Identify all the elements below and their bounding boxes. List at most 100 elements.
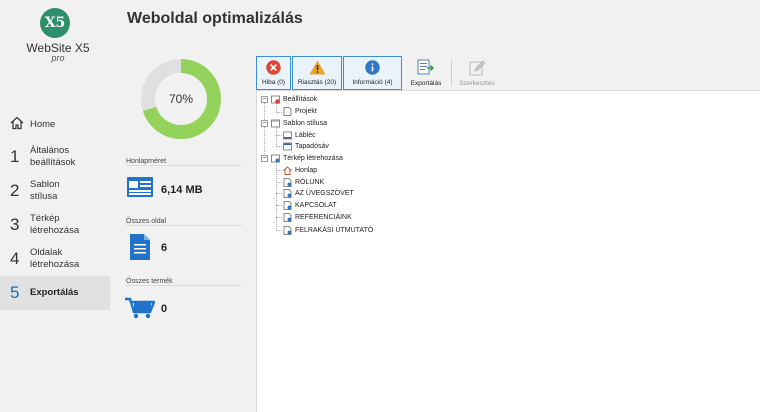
home-icon: [8, 115, 30, 135]
tree-node-label: RÓLUNK: [295, 179, 325, 186]
sidebar-item-map-creation[interactable]: 3 Térkép létrehozása: [0, 208, 112, 242]
export-button[interactable]: Exportálás: [408, 56, 444, 90]
toolbar-divider: [451, 60, 452, 86]
error-icon: [266, 60, 281, 77]
tree-connector: [276, 205, 282, 206]
step-nav: Home 1 Általános beállítások 2 Sablon stíl…: [0, 110, 112, 310]
warning-icon: [309, 60, 326, 77]
tree-node-project[interactable]: Projekt: [283, 106, 317, 117]
toolbar: Hiba (0) Riasztás (20) Információ (4) Ex…: [256, 56, 760, 90]
tree-connector: [276, 217, 282, 218]
tree-connector: [276, 182, 282, 183]
edit-button[interactable]: Szerkesztés: [455, 56, 499, 90]
step-number: 5: [10, 283, 20, 302]
tree-node-label: FELRAKÁSI ÚTMUTATÓ: [295, 227, 374, 234]
sidebar-item-template-style[interactable]: 2 Sablon stílusa: [0, 174, 112, 208]
export-report-icon: [417, 59, 435, 78]
divider: [126, 225, 242, 226]
sidebar-item-home[interactable]: Home: [0, 110, 112, 140]
sticky-bar-icon: [283, 142, 292, 151]
sitemap-icon: [271, 154, 280, 163]
step-number: 3: [10, 215, 20, 234]
tree-connector: [264, 102, 265, 160]
edit-label: Szerkesztés: [459, 80, 495, 87]
page-title: Weboldal optimalizálás: [127, 10, 303, 27]
step-number: 1: [10, 147, 20, 166]
export-label: Exportálás: [410, 80, 442, 87]
tree-node-template-style[interactable]: Sablon stílusa: [271, 118, 327, 129]
footer-icon: [283, 131, 292, 140]
tree-connector: [276, 193, 282, 194]
tree-connector: [276, 162, 277, 231]
page-info-icon: [283, 226, 292, 235]
template-icon: [271, 119, 280, 128]
edit-pencil-icon: [469, 59, 486, 78]
collapse-toggle[interactable]: −: [261, 155, 268, 162]
settings-warning-icon: [271, 95, 280, 104]
info-filter-label: Információ (4): [352, 79, 393, 86]
tree-connector: [276, 135, 282, 136]
tree-node-settings[interactable]: Beállítások: [271, 94, 317, 105]
sidebar-item-label: Oldalak létrehozása: [30, 247, 80, 270]
sidebar-item-label: Térkép létrehozása: [30, 213, 80, 236]
info-filter-button[interactable]: Információ (4): [343, 56, 402, 90]
sidebar-item-label: Sablon stílusa: [30, 179, 60, 202]
tree-node-label: Lábléc: [295, 132, 316, 139]
tree-node-label: AZ ÜVEGSZÖVET: [295, 190, 354, 197]
total-products-value: 0: [161, 303, 168, 315]
tree-node-page[interactable]: AZ ÜVEGSZÖVET: [283, 188, 354, 199]
shopping-cart-icon: [125, 297, 156, 324]
logo-badge: X5: [40, 8, 70, 38]
error-filter-button[interactable]: Hiba (0): [256, 56, 291, 90]
sidebar-item-general-settings[interactable]: 1 Általános beállítások: [0, 140, 112, 174]
sidebar-item-label: Exportálás: [30, 287, 79, 298]
collapse-toggle[interactable]: −: [261, 96, 268, 103]
sidebar-item-label: Általános beállítások: [30, 145, 76, 168]
divider: [126, 285, 242, 286]
tree-node-label: KAPCSOLAT: [295, 202, 337, 209]
page-info-icon: [283, 213, 292, 222]
website-size-icon: [127, 177, 153, 202]
page-info-icon: [283, 201, 292, 210]
tree-node-label: Projekt: [295, 108, 317, 115]
document-icon: [283, 107, 292, 116]
tree-node-footer[interactable]: Lábléc: [283, 130, 316, 141]
tree-connector: [276, 170, 282, 171]
tree-node-page[interactable]: KAPCSOLAT: [283, 200, 337, 211]
total-pages-value: 6: [161, 242, 168, 254]
site-size-value: 6,14 MB: [161, 184, 203, 196]
tree-connector: [276, 127, 277, 147]
tree-node-label: Beállítások: [283, 96, 318, 103]
warning-filter-button[interactable]: Riasztás (20): [292, 56, 342, 90]
sidebar-item-export[interactable]: 5 Exportálás: [0, 276, 110, 310]
tree-node-label: Sablon stílusa: [283, 120, 327, 127]
progress-value: 70%: [168, 92, 194, 106]
tree-node-label: Honlap: [295, 167, 318, 174]
step-number: 2: [10, 181, 20, 200]
sidebar: X5 WebSite X5 pro Home 1 Általános beállí…: [0, 0, 112, 412]
tree-node-page[interactable]: FELRAKÁSI ÚTMUTATÓ: [283, 225, 373, 236]
divider: [126, 165, 242, 166]
tree-connector: [276, 112, 282, 113]
tree-node-page[interactable]: REFERENCIÁINK: [283, 212, 352, 223]
tree-node-page[interactable]: RÓLUNK: [283, 177, 324, 188]
tree-connector: [276, 146, 282, 147]
collapse-toggle[interactable]: −: [261, 120, 268, 127]
tree-connector: [276, 230, 282, 231]
info-icon: [365, 60, 380, 77]
tree-node-label: REFERENCIÁINK: [295, 214, 352, 221]
page-info-icon: [283, 189, 292, 198]
step-number: 4: [10, 249, 20, 268]
app-logo: X5 WebSite X5 pro: [26, 8, 90, 63]
tree-node-sticky-bar[interactable]: Tapadósáv: [283, 141, 329, 152]
home-page-icon: [283, 166, 292, 175]
sidebar-item-page-creation[interactable]: 4 Oldalak létrehozása: [0, 242, 112, 276]
error-filter-label: Hiba (0): [261, 79, 286, 86]
tree-node-label: Tapadósáv: [295, 143, 329, 150]
page-info-icon: [283, 178, 292, 187]
tree-node-map[interactable]: Térkép létrehozása: [271, 153, 343, 164]
total-pages-label: Összes oldal: [126, 218, 167, 225]
total-products-label: Összes termék: [126, 278, 173, 285]
warning-filter-label: Riasztás (20): [297, 79, 337, 86]
tree-node-page[interactable]: Honlap: [283, 165, 317, 176]
